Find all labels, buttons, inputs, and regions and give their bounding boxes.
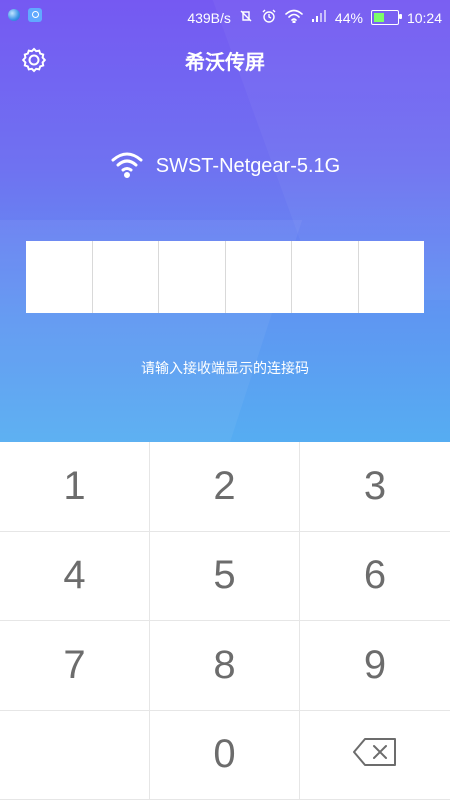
key-5[interactable]: 5 bbox=[150, 531, 300, 621]
notification-app-icon bbox=[8, 9, 20, 21]
key-3[interactable]: 3 bbox=[300, 442, 450, 532]
key-4[interactable]: 4 bbox=[0, 531, 150, 621]
screen: 439B/s 44% 10:24 希沃传屏 SWST-Netgear-5.1G … bbox=[0, 0, 450, 800]
connection-hint: 请输入接收端显示的连接码 bbox=[141, 361, 309, 377]
wifi-network: SWST-Netgear-5.1G bbox=[0, 146, 450, 186]
code-digit-cell[interactable] bbox=[158, 241, 225, 313]
top-bar: 希沃传屏 bbox=[0, 38, 450, 82]
status-left bbox=[8, 8, 42, 22]
backspace-button[interactable] bbox=[300, 711, 450, 800]
connection-code-input[interactable] bbox=[26, 241, 424, 313]
status-bar: 439B/s 44% 10:24 bbox=[0, 0, 450, 34]
signal-icon bbox=[311, 9, 327, 26]
key-2[interactable]: 2 bbox=[150, 442, 300, 532]
key-1[interactable]: 1 bbox=[0, 442, 150, 532]
battery-percent: 44% bbox=[334, 9, 363, 26]
key-9[interactable]: 9 bbox=[300, 621, 450, 711]
wifi-status-icon bbox=[285, 9, 303, 26]
number-keypad: 1 2 3 4 5 6 7 8 9 0 bbox=[0, 442, 450, 800]
key-7[interactable]: 7 bbox=[0, 621, 150, 711]
clock-app-icon bbox=[28, 8, 42, 22]
page-title: 希沃传屏 bbox=[185, 50, 265, 74]
network-speed: 439B/s bbox=[187, 9, 231, 26]
key-0[interactable]: 0 bbox=[150, 710, 300, 800]
alarm-icon bbox=[261, 8, 277, 27]
code-digit-cell[interactable] bbox=[224, 241, 292, 313]
status-time: 10:24 bbox=[406, 9, 442, 26]
key-6[interactable]: 6 bbox=[300, 532, 450, 621]
battery-icon bbox=[370, 10, 402, 25]
vibrate-icon bbox=[239, 9, 253, 26]
code-digit-cell[interactable] bbox=[357, 241, 425, 313]
backspace-icon bbox=[352, 732, 398, 777]
status-right: 439B/s 44% 10:24 bbox=[187, 8, 442, 27]
key-8[interactable]: 8 bbox=[150, 621, 300, 711]
code-digit-cell[interactable] bbox=[91, 241, 159, 313]
battery-fill bbox=[373, 13, 384, 22]
wifi-ssid: SWST-Netgear-5.1G bbox=[155, 154, 341, 177]
wifi-icon bbox=[110, 150, 144, 182]
key-empty bbox=[0, 710, 150, 800]
code-digit-cell[interactable] bbox=[26, 241, 92, 313]
code-digit-cell[interactable] bbox=[291, 241, 358, 313]
